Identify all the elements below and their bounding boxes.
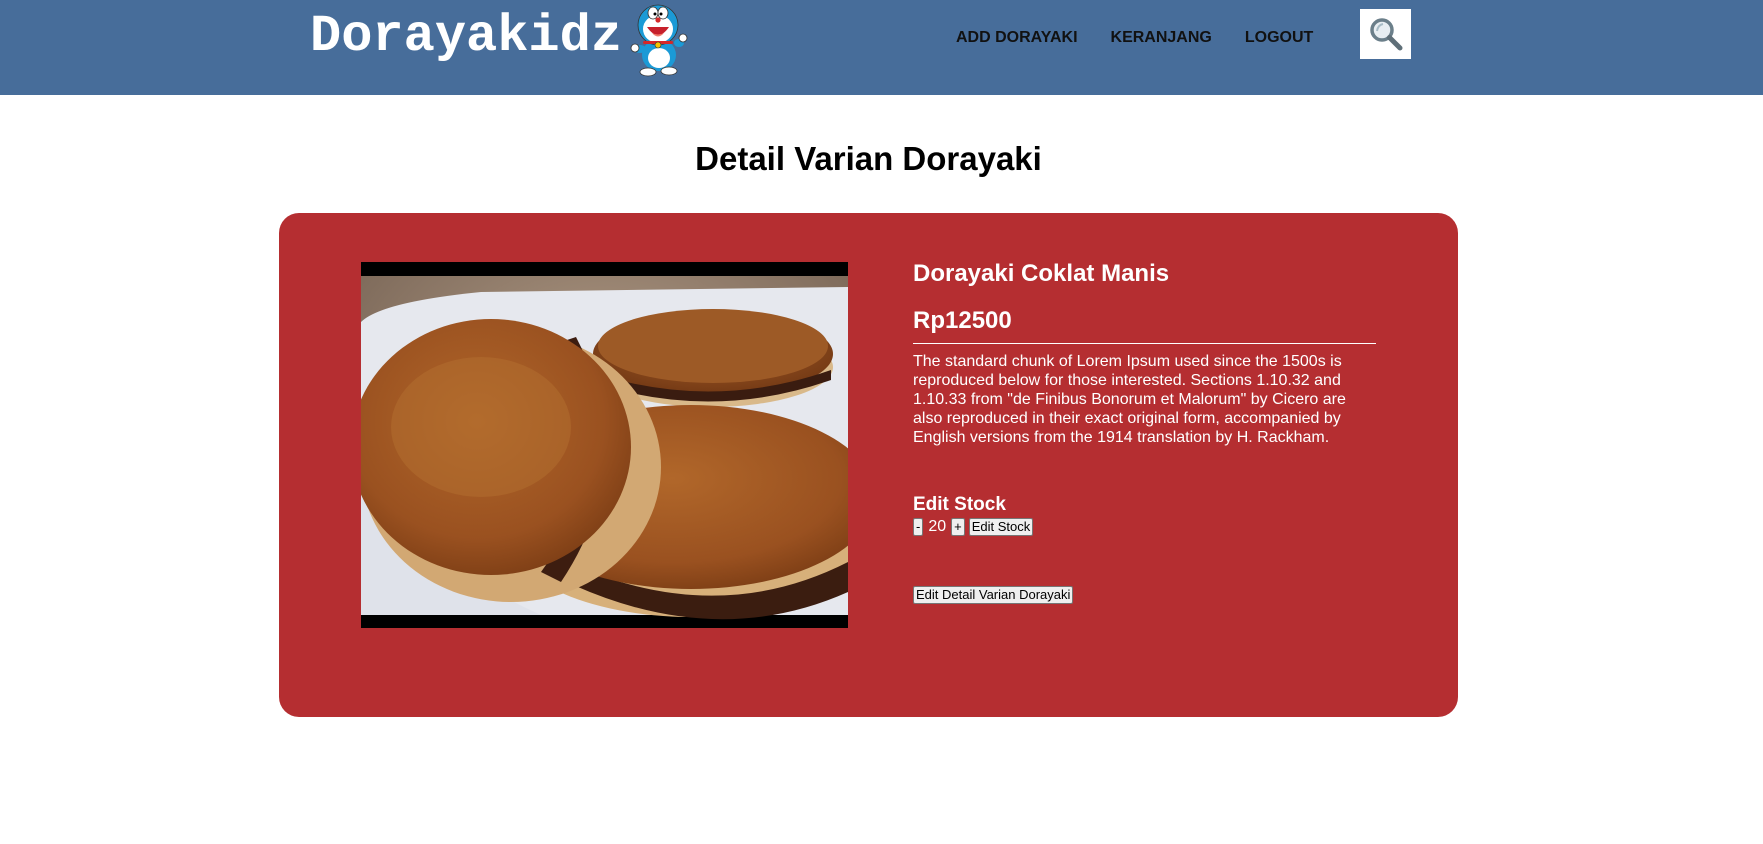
stock-editor: - 20 + Edit Stock bbox=[913, 517, 1377, 537]
dorayaki-detail-card: Dorayaki Coklat Manis Rp12500 The standa… bbox=[279, 213, 1458, 717]
top-navbar: Dorayakidz ADD DORAYAKI KERANJANG LOGOUT bbox=[0, 0, 1763, 95]
stock-quantity: 20 bbox=[928, 518, 947, 535]
product-detail-panel: Dorayaki Coklat Manis Rp12500 The standa… bbox=[913, 259, 1377, 604]
doraemon-mascot-icon bbox=[630, 4, 688, 77]
product-name: Dorayaki Coklat Manis bbox=[913, 260, 1170, 287]
search-button[interactable] bbox=[1360, 9, 1411, 59]
edit-stock-button[interactable]: Edit Stock bbox=[968, 518, 1034, 536]
decrement-stock-button[interactable]: - bbox=[913, 518, 924, 536]
product-description: The standard chunk of Lorem Ipsum used s… bbox=[913, 353, 1346, 446]
magnifier-icon bbox=[1369, 18, 1402, 51]
edit-detail-row: Edit Detail Varian Dorayaki bbox=[913, 586, 1377, 604]
brand-logo-link[interactable]: Dorayakidz bbox=[310, 2, 690, 77]
nav-add-dorayaki[interactable]: ADD DORAYAKI bbox=[956, 28, 1078, 48]
main-nav: ADD DORAYAKI KERANJANG LOGOUT bbox=[956, 28, 1346, 48]
product-price: Rp12500 bbox=[913, 307, 1012, 334]
page-title: Detail Varian Dorayaki bbox=[695, 140, 1042, 177]
divider bbox=[913, 343, 1376, 344]
increment-stock-button[interactable]: + bbox=[951, 518, 965, 536]
dorayaki-photo bbox=[361, 262, 848, 628]
edit-stock-heading: Edit Stock bbox=[913, 494, 1006, 515]
brand-name: Dorayakidz bbox=[310, 7, 623, 66]
nav-logout[interactable]: LOGOUT bbox=[1245, 28, 1313, 48]
nav-keranjang[interactable]: KERANJANG bbox=[1111, 28, 1212, 48]
edit-detail-button[interactable]: Edit Detail Varian Dorayaki bbox=[913, 586, 1074, 604]
